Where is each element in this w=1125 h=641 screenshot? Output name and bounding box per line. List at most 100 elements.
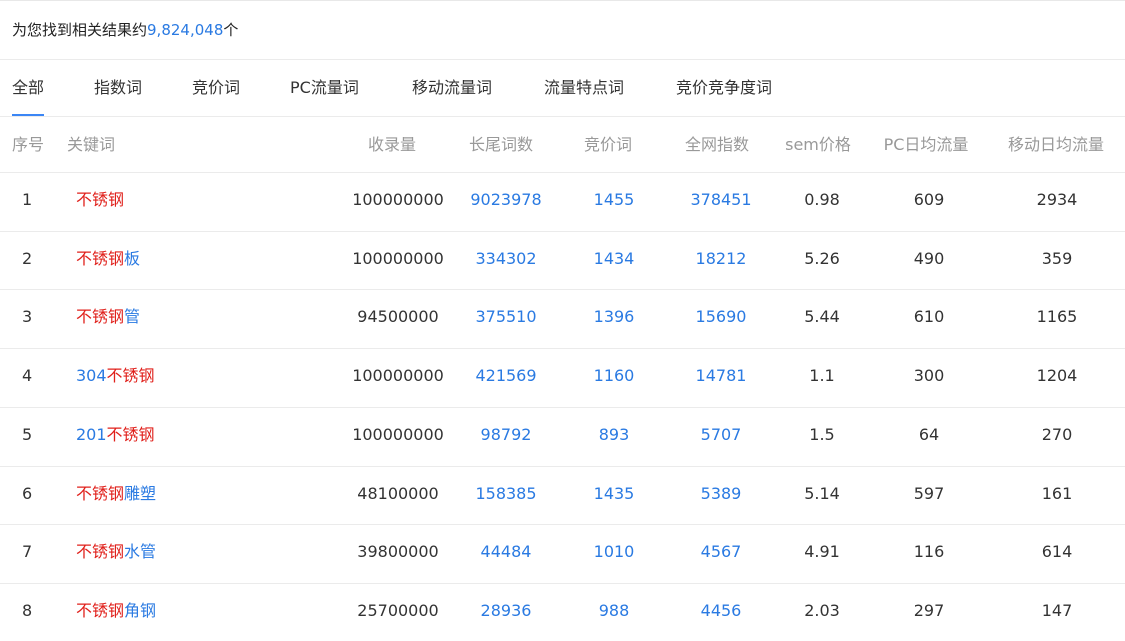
cell-indexed-count: 48100000 — [357, 483, 439, 503]
cell-index: 4 — [22, 366, 33, 386]
cell-index: 1 — [22, 190, 33, 209]
cell-longtail-count[interactable]: 158385 — [475, 466, 536, 524]
row-divider — [0, 524, 1125, 526]
row-divider — [0, 406, 1125, 408]
cell-web-index[interactable]: 5389 — [701, 466, 742, 524]
keyword-suffix: 角钢 — [124, 600, 157, 620]
table-row: 5 201不锈钢 100000000 98792 893 5707 1.5 64 270 — [0, 406, 1125, 465]
table-row: 3 不锈钢管 94500000 375510 1396 15690 5.44 610 1165 — [0, 289, 1125, 347]
cell-longtail-count[interactable]: 9023978 — [470, 172, 541, 230]
cell-sem-price: 5.14 — [804, 483, 840, 503]
header-indexed-count: 收录量 — [367, 135, 417, 154]
cell-longtail-count[interactable]: 98792 — [481, 407, 532, 465]
cell-sem-price: 5.26 — [804, 248, 840, 268]
cell-longtail-count[interactable]: 421569 — [475, 348, 536, 406]
cell-sem-price: 1.1 — [809, 366, 835, 386]
row-divider — [0, 582, 1125, 584]
table-row: 2 不锈钢板 100000000 334302 1434 18212 5.26 490 359 — [0, 230, 1125, 289]
result-summary-suffix: 个 — [223, 21, 239, 39]
cell-web-index[interactable]: 378451 — [690, 172, 751, 230]
cell-mobile-traffic: 1165 — [1036, 307, 1078, 327]
result-summary: 为您找到相关结果约9,824,048个 — [12, 19, 238, 41]
header-index: 序号 — [12, 135, 45, 154]
keyword-core: 不锈钢 — [76, 307, 125, 327]
header-bid-words: 竞价词 — [583, 135, 633, 154]
cell-bid-words[interactable]: 1434 — [594, 231, 635, 289]
cell-keyword-link[interactable]: 201不锈钢 — [76, 407, 155, 465]
cell-pc-traffic: 116 — [913, 542, 945, 562]
cell-mobile-traffic: 614 — [1041, 542, 1073, 562]
header-pc-traffic: PC日均流量 — [883, 135, 969, 154]
cell-sem-price: 4.91 — [804, 542, 840, 562]
cell-web-index[interactable]: 4567 — [701, 524, 742, 582]
cell-mobile-traffic: 359 — [1041, 248, 1073, 268]
result-summary-prefix: 为您找到相关结果约 — [12, 21, 148, 39]
tab-pc-traffic-words[interactable]: PC流量词 — [290, 60, 359, 116]
header-mobile-traffic: 移动日均流量 — [1007, 135, 1105, 154]
cell-bid-words[interactable]: 988 — [599, 583, 630, 641]
cell-keyword-link[interactable]: 不锈钢水管 — [76, 524, 156, 582]
table-row: 7 不锈钢水管 39800000 44484 1010 4567 4.91 116 614 — [0, 524, 1125, 582]
cell-longtail-count[interactable]: 44484 — [481, 524, 532, 582]
cell-web-index[interactable]: 14781 — [696, 348, 747, 406]
cell-web-index[interactable]: 18212 — [696, 231, 747, 289]
cell-web-index[interactable]: 5707 — [701, 407, 742, 465]
cell-keyword-link[interactable]: 不锈钢雕塑 — [76, 466, 156, 524]
tab-all[interactable]: 全部 — [12, 60, 45, 116]
cell-keyword-link[interactable]: 不锈钢板 — [76, 231, 140, 289]
header-longtail-count: 长尾词数 — [468, 135, 534, 154]
keyword-suffix: 水管 — [124, 542, 157, 562]
cell-keyword-link[interactable]: 304不锈钢 — [76, 348, 155, 406]
filter-tabs: 全部 指数词 竞价词 PC流量词 移动流量词 流量特点词 竞价竞争度词 — [0, 60, 1125, 116]
tab-bid-words[interactable]: 竞价词 — [192, 60, 240, 116]
cell-bid-words[interactable]: 1435 — [594, 466, 635, 524]
cell-longtail-count[interactable]: 334302 — [475, 231, 536, 289]
table-row: 8 不锈钢角钢 25700000 28936 988 4456 2.03 297 147 — [0, 582, 1125, 641]
cell-keyword-link[interactable]: 不锈钢 — [76, 172, 124, 230]
tab-traffic-feature-words[interactable]: 流量特点词 — [544, 60, 624, 116]
cell-indexed-count: 39800000 — [357, 542, 439, 562]
cell-indexed-count: 100000000 — [352, 248, 444, 268]
cell-indexed-count: 100000000 — [352, 366, 444, 386]
row-divider — [0, 348, 1125, 350]
table-row: 4 304不锈钢 100000000 421569 1160 14781 1.1 300 120… — [0, 348, 1125, 406]
cell-indexed-count: 25700000 — [357, 600, 439, 620]
cell-index: 6 — [22, 483, 33, 503]
cell-index: 8 — [22, 600, 33, 620]
row-divider — [0, 465, 1125, 467]
cell-pc-traffic: 300 — [913, 366, 945, 386]
cell-index: 7 — [22, 542, 33, 562]
header-web-index: 全网指数 — [684, 135, 750, 154]
tab-bid-competition-words[interactable]: 竞价竞争度词 — [676, 60, 772, 116]
cell-bid-words[interactable]: 1160 — [594, 348, 635, 406]
keyword-core: 不锈钢 — [76, 190, 125, 209]
header-keyword: 关键词 — [67, 135, 116, 154]
cell-bid-words[interactable]: 1396 — [594, 289, 635, 347]
keyword-suffix: 雕塑 — [124, 483, 157, 503]
cell-web-index[interactable]: 15690 — [696, 289, 747, 347]
keyword-suffix: 板 — [124, 248, 141, 268]
cell-keyword-link[interactable]: 不锈钢管 — [76, 289, 140, 347]
keyword-core: 不锈钢 — [106, 424, 155, 444]
cell-pc-traffic: 597 — [913, 483, 945, 503]
keyword-core: 不锈钢 — [76, 248, 125, 268]
cell-longtail-count[interactable]: 375510 — [475, 289, 536, 347]
keyword-core: 不锈钢 — [76, 542, 125, 562]
row-divider — [0, 172, 1125, 173]
cell-sem-price: 1.5 — [809, 424, 835, 444]
keyword-core: 不锈钢 — [76, 600, 125, 620]
keyword-core: 不锈钢 — [106, 366, 155, 386]
cell-bid-words[interactable]: 1010 — [594, 524, 635, 582]
cell-pc-traffic: 609 — [913, 190, 945, 209]
cell-bid-words[interactable]: 893 — [599, 407, 630, 465]
cell-longtail-count[interactable]: 28936 — [481, 583, 532, 641]
cell-mobile-traffic: 1204 — [1036, 366, 1078, 386]
cell-bid-words[interactable]: 1455 — [594, 172, 635, 230]
cell-pc-traffic: 490 — [913, 248, 945, 268]
tab-index-words[interactable]: 指数词 — [94, 60, 142, 116]
keyword-prefix: 304 — [76, 366, 107, 386]
cell-web-index[interactable]: 4456 — [701, 583, 742, 641]
tab-mobile-traffic-words[interactable]: 移动流量词 — [412, 60, 492, 116]
keyword-suffix: 管 — [124, 307, 141, 327]
cell-keyword-link[interactable]: 不锈钢角钢 — [76, 583, 156, 641]
